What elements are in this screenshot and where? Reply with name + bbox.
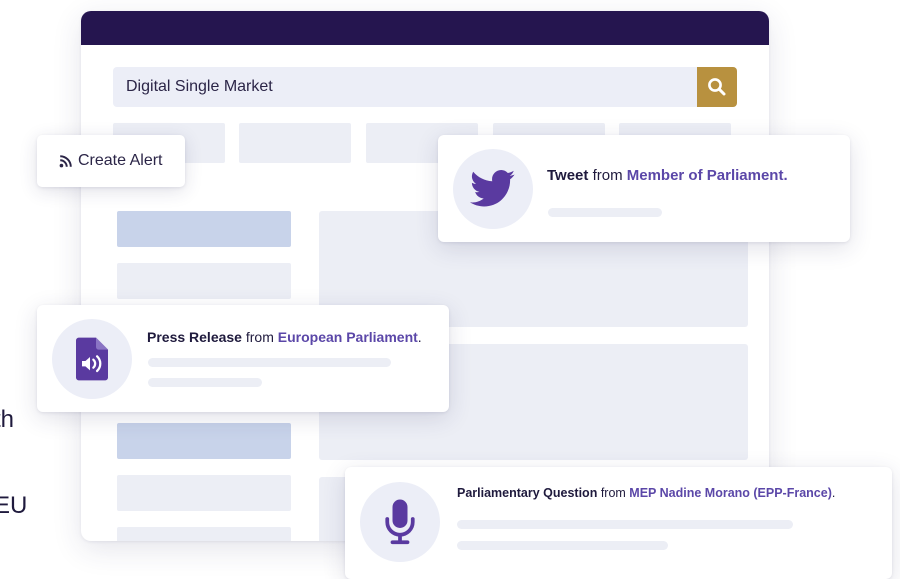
- parliamentary-question-end: .: [831, 486, 836, 500]
- parliamentary-question-connector: from: [600, 486, 626, 500]
- tweet-type-label: Tweet: [547, 167, 589, 184]
- background-text-fragment: th: [0, 406, 15, 433]
- text-line-placeholder: [457, 520, 793, 529]
- tweet-source-link[interactable]: Member of Parliament.: [627, 167, 788, 184]
- create-alert-button[interactable]: Create Alert: [37, 135, 185, 187]
- tweet-card-title: Tweet from Member of Parliament.: [547, 167, 788, 184]
- parliamentary-question-source-link[interactable]: MEP Nadine Morano (EPP-France): [629, 486, 832, 500]
- search-icon: [708, 78, 726, 96]
- window-title-bar: [81, 11, 769, 45]
- press-release-connector: from: [245, 329, 274, 345]
- sidebar-item-placeholder[interactable]: [117, 263, 291, 299]
- create-alert-label: Create Alert: [78, 152, 163, 169]
- app-window-mockup: [81, 11, 769, 541]
- sidebar-item-placeholder[interactable]: [117, 423, 291, 459]
- parliamentary-question-type-label: Parliamentary Question: [457, 486, 598, 500]
- filter-tab-placeholder[interactable]: [239, 123, 351, 163]
- text-line-placeholder: [148, 378, 262, 387]
- press-release-source-link[interactable]: European Parliament: [278, 329, 418, 345]
- audio-file-icon: [76, 337, 108, 381]
- twitter-bird-icon: [470, 170, 516, 207]
- text-line-placeholder: [457, 541, 668, 550]
- sidebar-item-placeholder[interactable]: [117, 475, 291, 511]
- tweet-icon-badge: [453, 149, 533, 229]
- press-release-type-label: Press Release: [147, 329, 242, 345]
- background-text-fragment: EU: [0, 492, 28, 519]
- search-input[interactable]: [113, 67, 693, 107]
- background-text-fragment: .: [0, 536, 1, 564]
- text-line-placeholder: [548, 208, 662, 217]
- tweet-connector: from: [592, 167, 623, 184]
- parliamentary-question-notification-card[interactable]: Parliamentary Question from MEP Nadine M…: [345, 467, 892, 579]
- parliamentary-question-card-title: Parliamentary Question from MEP Nadine M…: [457, 486, 835, 500]
- tweet-notification-card[interactable]: Tweet from Member of Parliament.: [438, 135, 850, 242]
- search-button[interactable]: [697, 67, 737, 107]
- text-line-placeholder: [148, 358, 391, 367]
- press-release-icon-badge: [52, 319, 132, 399]
- sidebar-item-placeholder[interactable]: [117, 527, 291, 541]
- search-bar: [113, 67, 737, 107]
- sidebar-item-placeholder[interactable]: [117, 211, 291, 247]
- press-release-card-title: Press Release from European Parliament.: [147, 329, 422, 345]
- press-release-end: .: [417, 329, 422, 345]
- rss-icon: [59, 154, 72, 167]
- press-release-notification-card[interactable]: Press Release from European Parliament.: [37, 305, 449, 412]
- microphone-icon: [385, 499, 415, 545]
- parliamentary-question-icon-badge: [360, 482, 440, 562]
